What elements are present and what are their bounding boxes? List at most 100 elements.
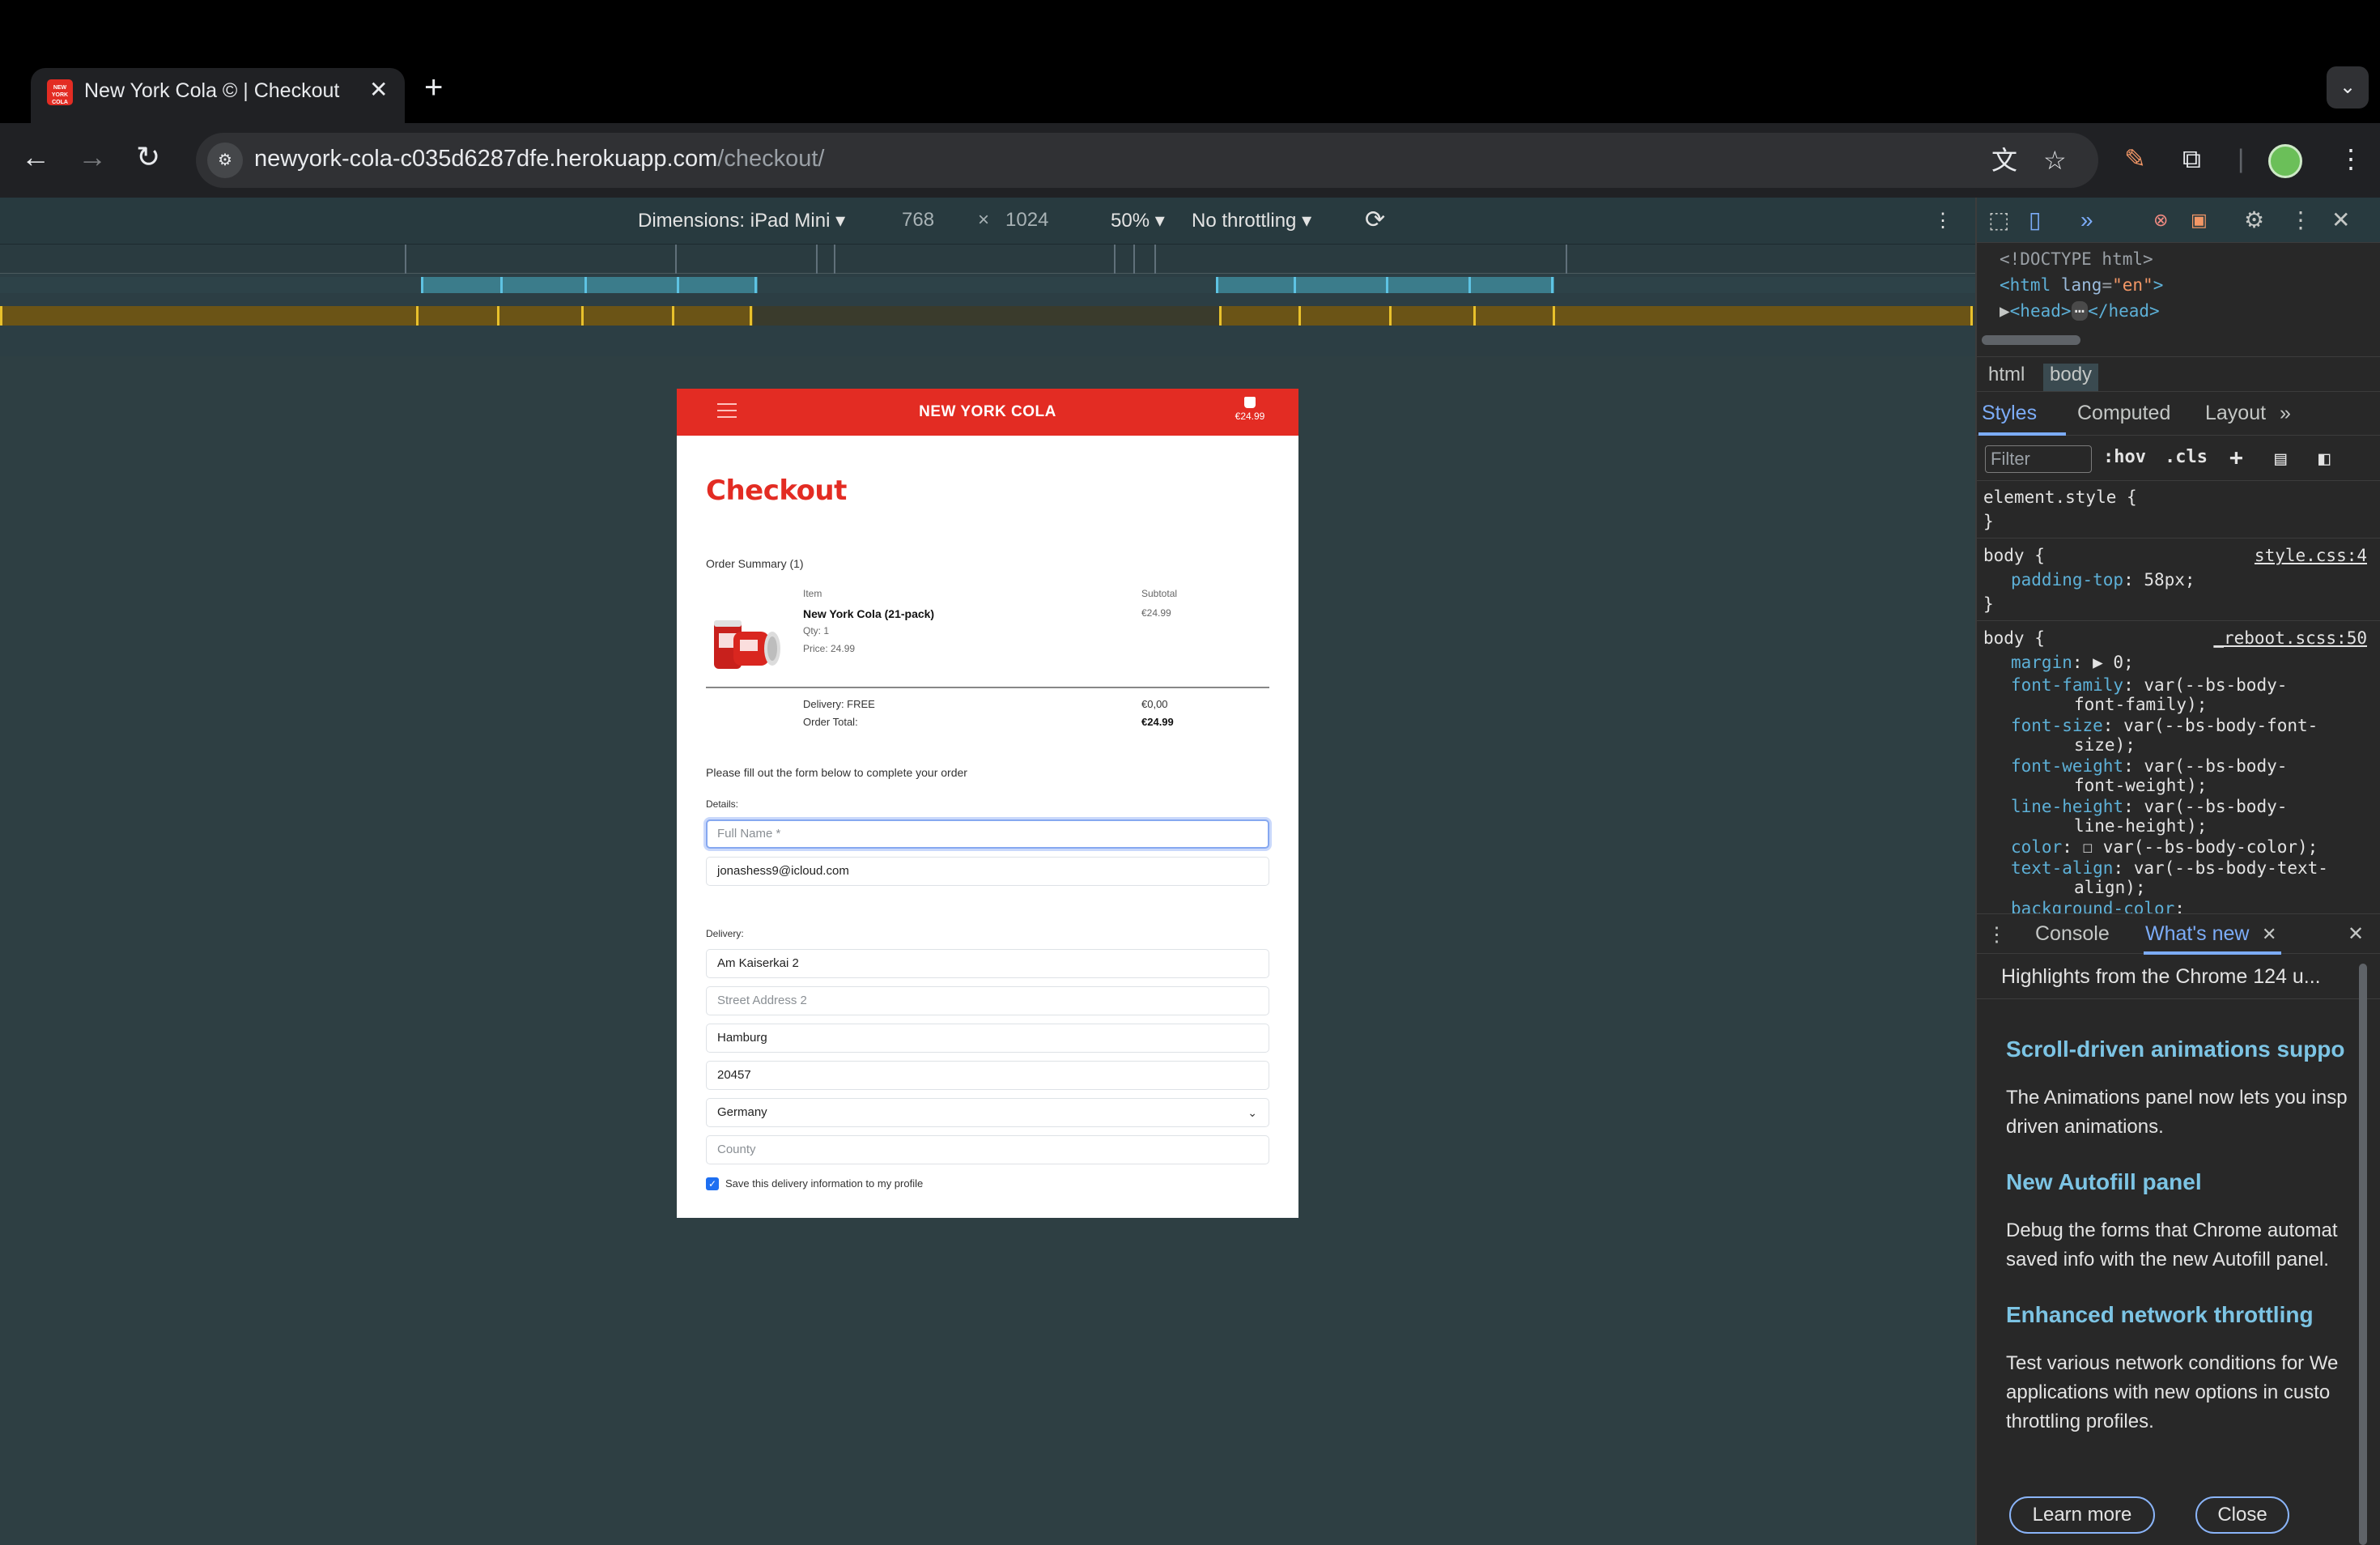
reload-icon[interactable]: ↻ [136,139,160,175]
devtools-scrollbar[interactable] [2359,964,2367,1545]
zoom-select[interactable]: 50% ▾ [1111,209,1165,232]
html-attr-value: "en" [2112,275,2153,295]
rule-close: } [1983,594,1994,614]
browser-menu-icon[interactable]: ⋮ [2338,141,2364,177]
forward-icon[interactable]: → [78,139,107,175]
chevron-down-icon: ⌄ [1247,1106,1257,1119]
pen-extension-icon[interactable]: ✎ [2124,141,2146,177]
element-style-rule[interactable]: element.style { [1983,487,2137,507]
media-query-segment[interactable] [0,306,753,326]
style-declaration[interactable]: line-height: var(--bs-body- [2011,797,2287,816]
style-declaration[interactable]: padding-top: 58px; [2011,570,2195,589]
throttling-select[interactable]: No throttling ▾ [1192,209,1311,232]
postcode-input[interactable]: 20457 [706,1061,1269,1090]
tab-search-chevron-icon[interactable]: ⌄ [2327,66,2369,109]
style-declaration[interactable]: color: ☐ var(--bs-body-color); [2011,837,2318,857]
style-declaration[interactable]: font-family: var(--bs-body- [2011,675,2287,695]
dom-head-node[interactable]: ▶<head> ⋯ </head> [2000,301,2160,321]
devtools-menu-icon[interactable]: ⋮ [2289,206,2312,235]
dom-doctype[interactable]: <!DOCTYPE html> [2000,249,2153,269]
url-text[interactable]: newyork-cola-c035d6287dfe.herokuapp.com/… [254,146,824,172]
line-subtotal: €24.99 [1141,607,1171,619]
translate-icon[interactable]: 文 [1991,146,2017,175]
prop-value-cont: line-height); [2074,816,2208,836]
county-input[interactable]: County [706,1135,1269,1164]
more-tabs-icon[interactable]: » [2080,206,2093,235]
feature-text: The Animations panel now lets you insp [2006,1087,2348,1109]
media-query-segment[interactable] [1219,306,1972,326]
settings-gear-icon[interactable]: ⚙ [2244,206,2264,235]
email-input[interactable]: jonashess9@icloud.com [706,857,1269,886]
feature-heading[interactable]: Scroll-driven animations suppo [2006,1036,2345,1062]
address-bar[interactable]: ⚙ newyork-cola-c035d6287dfe.herokuapp.co… [196,133,2098,188]
device-height-input[interactable]: 1024 [1005,209,1048,232]
town-city-input[interactable]: Hamburg [706,1024,1269,1053]
sidebar-toggle-icon[interactable]: ◧ [2318,447,2330,470]
feature-heading[interactable]: New Autofill panel [2006,1169,2202,1195]
ruler-tick [405,245,406,274]
device-toolbar-menu-icon[interactable]: ⋮ [1933,209,1953,232]
whats-new-close-icon[interactable]: ✕ [2262,924,2276,945]
learn-more-button[interactable]: Learn more [2009,1496,2155,1534]
new-rule-icon[interactable]: + [2229,444,2243,470]
media-query-segment[interactable] [421,277,758,293]
devtools-close-icon[interactable]: ✕ [2331,206,2350,235]
site-info-icon[interactable]: ⚙ [207,143,243,178]
hover-state-toggle[interactable]: :hov [2103,447,2146,467]
profile-avatar[interactable] [2268,144,2302,178]
media-tick [421,277,423,293]
breadcrumb-body[interactable]: body [2043,364,2099,391]
feature-heading[interactable]: Enhanced network throttling [2006,1302,2314,1328]
style-declaration[interactable]: text-align: var(--bs-body-text- [2011,858,2328,878]
back-icon[interactable]: ← [21,139,50,175]
drawer-menu-icon[interactable]: ⋮ [1987,922,2007,947]
prop-value: : ☐ var(--bs-body-color); [2062,837,2318,857]
browser-toolbar: ← → ↻ ⚙ newyork-cola-c035d6287dfe.heroku… [0,123,2380,198]
style-source-link[interactable]: style.css:4 [2255,546,2367,565]
tab-styles[interactable]: Styles [1982,402,2037,425]
collapsed-ellipsis[interactable]: ⋯ [2071,301,2089,321]
tab-computed[interactable]: Computed [2077,402,2170,425]
save-info-checkbox[interactable]: ✓ [706,1177,719,1190]
inspect-element-icon[interactable]: ⬚ [1988,206,2009,235]
dom-scrollbar[interactable] [1982,335,2080,345]
extensions-puzzle-icon[interactable]: ⧉ [2182,141,2201,177]
street-address-2-input[interactable]: Street Address 2 [706,986,1269,1015]
country-select[interactable]: Germany ⌄ [706,1098,1269,1127]
style-declaration[interactable]: font-weight: var(--bs-body- [2011,756,2287,776]
style-declaration[interactable]: font-size: var(--bs-body-font- [2011,716,2318,735]
breadcrumb-html[interactable]: html [1982,364,2031,391]
dom-html-node[interactable]: <html lang="en"> [2000,275,2163,295]
new-tab-icon[interactable]: + [424,71,443,104]
body-rule-selector[interactable]: body { [1983,628,2045,648]
tab-layout[interactable]: Layout [2205,402,2266,425]
tab-close-icon[interactable]: ✕ [369,76,388,103]
more-subtabs-icon[interactable]: » [2280,402,2291,425]
full-name-input[interactable]: Full Name * [706,819,1269,849]
device-toggle-icon[interactable]: ▯ [2029,206,2041,235]
styles-filter-input[interactable]: Filter [1985,445,2092,473]
tab-whats-new[interactable]: What's new [2145,922,2249,946]
drawer-close-icon[interactable]: ✕ [2348,922,2364,946]
issues-badge-icon[interactable]: ▣ [2191,206,2208,235]
rotate-icon[interactable]: ⟳ [1365,206,1385,234]
site-logo[interactable]: NEW YORK COLA [677,403,1298,421]
class-toggle[interactable]: .cls [2165,447,2208,467]
device-dimensions-select[interactable]: Dimensions: iPad Mini ▾ [638,209,845,232]
whats-new-content: Scroll-driven animations suppo The Anima… [1977,999,2380,1545]
tab-console[interactable]: Console [2035,922,2110,946]
favicon-icon: NEW YORK COLA [47,79,73,105]
cart-button[interactable]: €24.99 [1227,397,1273,422]
media-tick [1551,277,1553,293]
errors-badge-icon[interactable]: ⊗ [2153,206,2168,235]
reboot-source-link[interactable]: _reboot.scss:50 [2213,628,2367,648]
style-declaration[interactable]: margin: ▶ 0; [2011,653,2134,672]
street-address-1-input[interactable]: Am Kaiserkai 2 [706,949,1269,978]
body-rule-selector[interactable]: body { [1983,546,2045,565]
browser-tab[interactable]: NEW YORK COLA New York Cola © | Checkout… [31,68,405,123]
close-button[interactable]: Close [2195,1496,2289,1534]
bookmark-star-icon[interactable]: ☆ [2043,146,2067,175]
device-width-input[interactable]: 768 [902,209,934,232]
ruler-tick [834,245,835,274]
paint-brush-icon[interactable]: ▤ [2275,447,2286,470]
